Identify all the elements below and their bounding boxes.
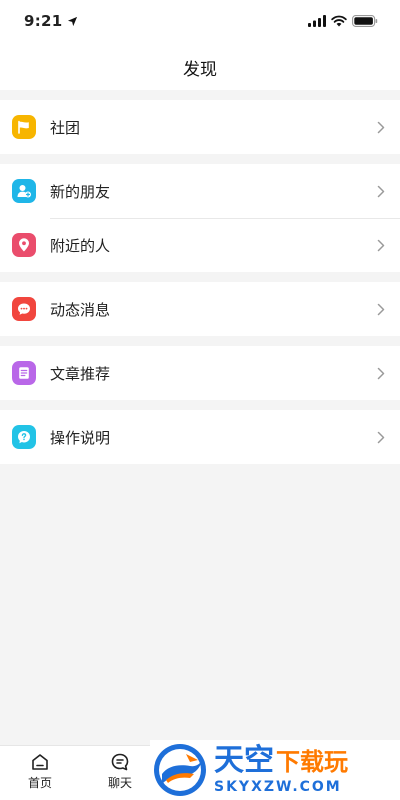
- discover-screen: 9:21 发现 社团 新的朋友 附近的人 动态消息 文章推荐 操作说明 首页 聊…: [0, 0, 400, 800]
- chevron-right-icon: [376, 184, 386, 198]
- list-item-label: 新的朋友: [50, 182, 111, 201]
- list-item-clubs[interactable]: 社团: [0, 100, 400, 154]
- watermark-subtitle: SKYXZW.COM: [214, 778, 342, 795]
- watermark: 天空 下载玩 SKYXZW.COM: [150, 740, 400, 800]
- home-icon: [32, 754, 48, 770]
- group-people: 新的朋友 附近的人: [0, 164, 400, 272]
- chevron-right-icon: [376, 366, 386, 380]
- list-item-label: 动态消息: [50, 300, 111, 319]
- status-bar: 9:21: [0, 0, 400, 44]
- discover-list: 社团 新的朋友 附近的人 动态消息 文章推荐 操作说明: [0, 90, 400, 464]
- list-item-moments[interactable]: 动态消息: [0, 282, 400, 336]
- group-clubs: 社团: [0, 100, 400, 154]
- tab-chat[interactable]: 聊天: [80, 746, 160, 791]
- wifi-icon: [331, 15, 347, 27]
- flag-icon: [12, 115, 36, 139]
- add-friend-icon: [12, 179, 36, 203]
- tab-home-label: 首页: [27, 776, 52, 790]
- list-item-articles[interactable]: 文章推荐: [0, 346, 400, 400]
- location-arrow-icon: [67, 16, 77, 26]
- status-left: 9:21: [24, 12, 78, 30]
- watermark-title: 天空 下载玩: [214, 742, 348, 778]
- group-articles: 文章推荐: [0, 346, 400, 400]
- list-item-nearby[interactable]: 附近的人: [0, 218, 400, 272]
- chevron-right-icon: [376, 430, 386, 444]
- list-item-label: 文章推荐: [50, 364, 111, 383]
- watermark-logo-icon: [154, 744, 206, 796]
- chevron-right-icon: [376, 120, 386, 134]
- watermark-title-main: 天空: [214, 742, 274, 778]
- message-icon: [12, 297, 36, 321]
- location-pin-icon: [12, 233, 36, 257]
- group-moments: 动态消息: [0, 282, 400, 336]
- signal-icon: [308, 15, 326, 27]
- document-icon: [12, 361, 36, 385]
- list-item-new-friends[interactable]: 新的朋友: [0, 164, 400, 218]
- battery-icon: [352, 15, 378, 27]
- list-item-label: 操作说明: [50, 428, 111, 447]
- tab-home[interactable]: 首页: [0, 746, 80, 791]
- watermark-text: 天空 下载玩 SKYXZW.COM: [214, 742, 348, 795]
- list-item-instructions[interactable]: 操作说明: [0, 410, 400, 464]
- nav-bar: 发现: [0, 44, 400, 90]
- status-time: 9:21: [24, 12, 63, 30]
- list-item-label: 附近的人: [50, 236, 111, 255]
- group-help: 操作说明: [0, 410, 400, 464]
- watermark-title-accent: 下载玩: [276, 747, 348, 776]
- tab-chat-label: 聊天: [107, 776, 132, 790]
- chevron-right-icon: [376, 302, 386, 316]
- page-title: 发现: [183, 59, 217, 80]
- chevron-right-icon: [376, 238, 386, 252]
- chat-icon: [111, 753, 129, 771]
- list-item-label: 社团: [50, 118, 81, 137]
- help-icon: [12, 425, 36, 449]
- status-right: [308, 15, 378, 27]
